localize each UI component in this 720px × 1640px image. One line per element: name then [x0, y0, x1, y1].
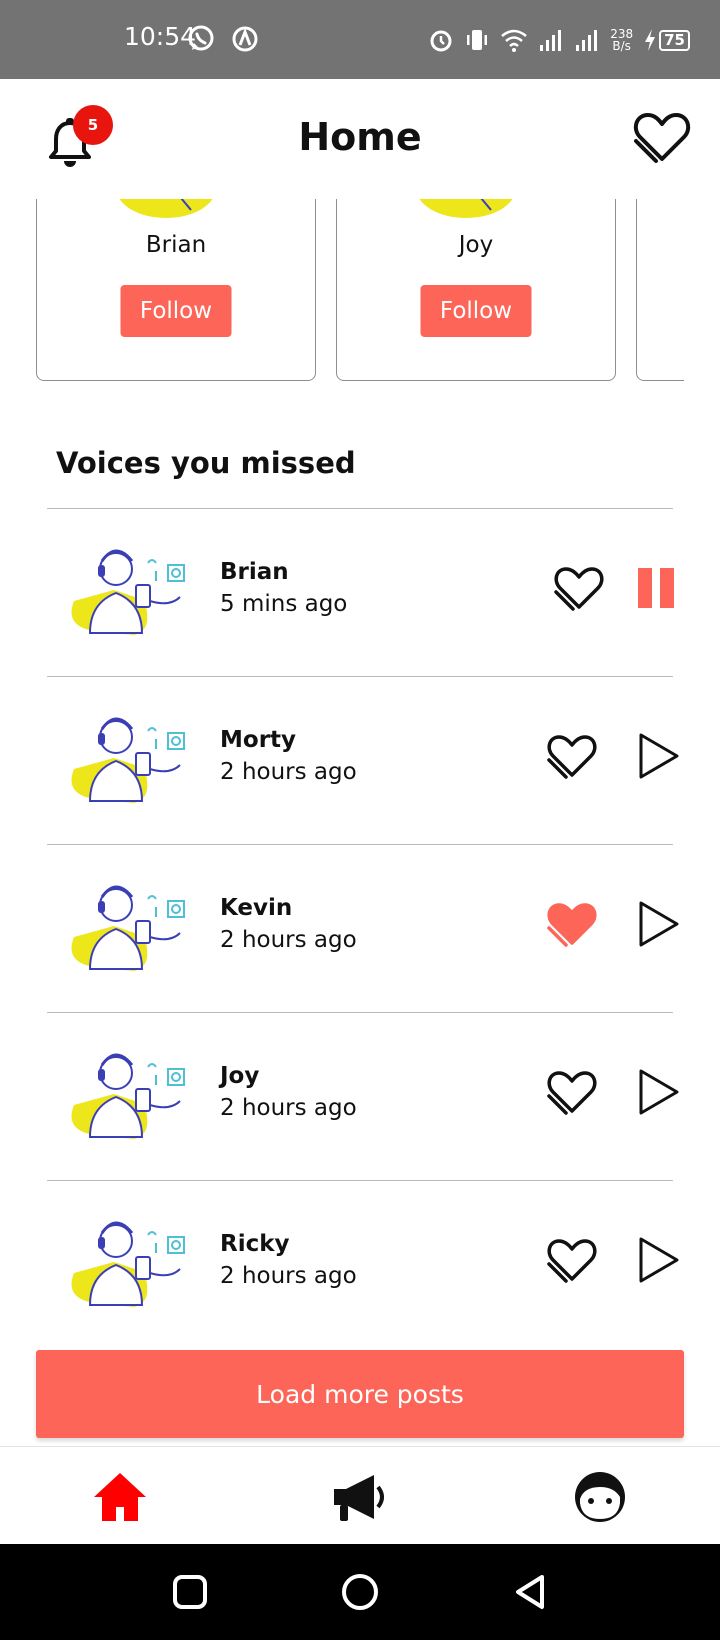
- recents-icon[interactable]: [170, 1572, 210, 1612]
- post-timestamp: 2 hours ago: [220, 1095, 357, 1121]
- suggestion-name: Joy: [458, 232, 494, 258]
- post-timestamp: 2 hours ago: [220, 927, 357, 953]
- whatsapp-icon: [188, 25, 214, 51]
- suggestion-card[interactable]: Brian Follow: [36, 199, 316, 381]
- voice-illustration: [71, 1221, 185, 1307]
- follow-button[interactable]: Follow: [120, 285, 232, 337]
- post-timestamp: 5 mins ago: [220, 591, 348, 617]
- post-timestamp: 2 hours ago: [220, 759, 357, 785]
- like-heart-icon[interactable]: [544, 729, 598, 783]
- voice-post-row[interactable]: Brian 5 mins ago: [47, 508, 674, 676]
- post-author-name: Brian: [220, 559, 289, 585]
- like-heart-icon[interactable]: [551, 561, 605, 615]
- pause-icon[interactable]: [633, 561, 683, 615]
- alarm-icon: [430, 30, 452, 52]
- vibrate-icon: [467, 30, 488, 50]
- battery-icon: 75: [659, 29, 690, 51]
- status-bar: 10:54 238 B/s 75: [0, 0, 720, 79]
- wifi-icon: [501, 29, 528, 52]
- voice-illustration: [71, 717, 185, 803]
- favorites-heart-icon[interactable]: [632, 107, 692, 167]
- voice-illustration: [71, 885, 185, 971]
- suggestion-name: Brian: [145, 232, 207, 258]
- voice-post-row[interactable]: Morty 2 hours ago: [47, 676, 679, 844]
- app-header: 5 Home: [0, 79, 720, 199]
- play-icon[interactable]: [633, 1233, 683, 1287]
- like-heart-icon[interactable]: [544, 1065, 598, 1119]
- back-icon[interactable]: [510, 1572, 550, 1612]
- charging-icon: [645, 29, 656, 51]
- voice-illustration: [71, 549, 185, 635]
- post-author-name: Joy: [220, 1063, 260, 1089]
- suggestion-carousel[interactable]: Brian Follow Joy Follow: [0, 199, 720, 383]
- post-author-name: Kevin: [220, 895, 293, 921]
- voice-post-row[interactable]: Ricky 2 hours ago: [47, 1180, 679, 1348]
- signal-icon: [576, 30, 598, 51]
- vpn-icon: [232, 26, 258, 52]
- battery-indicator: 75: [643, 28, 690, 52]
- profile-face-icon[interactable]: [570, 1469, 630, 1525]
- voice-post-row[interactable]: Kevin 2 hours ago: [47, 844, 679, 1012]
- network-speed-unit: B/s: [612, 39, 631, 53]
- page-title: Home: [298, 115, 422, 159]
- voice-post-row[interactable]: Joy 2 hours ago: [47, 1012, 679, 1180]
- post-author-name: Ricky: [220, 1231, 290, 1257]
- post-author-name: Morty: [220, 727, 297, 753]
- home-icon[interactable]: [90, 1469, 150, 1525]
- network-speed: 238 B/s: [610, 28, 633, 52]
- liked-heart-icon[interactable]: [544, 897, 598, 951]
- voice-illustration: [71, 1053, 185, 1139]
- avatar-illustration: [419, 199, 522, 218]
- load-more-button[interactable]: Load more posts: [36, 1350, 684, 1438]
- post-timestamp: 2 hours ago: [220, 1263, 357, 1289]
- bottom-nav: [0, 1446, 720, 1544]
- home-circle-icon[interactable]: [340, 1572, 380, 1612]
- section-title: Voices you missed: [56, 446, 356, 480]
- follow-button[interactable]: Follow: [420, 285, 532, 337]
- play-icon[interactable]: [633, 897, 683, 951]
- like-heart-icon[interactable]: [544, 1233, 598, 1287]
- carousel-clip: [684, 199, 720, 383]
- status-right-group: 238 B/s 75: [428, 22, 690, 58]
- play-icon[interactable]: [633, 1065, 683, 1119]
- avatar-illustration: [119, 199, 222, 218]
- suggestion-card[interactable]: Joy Follow: [336, 199, 616, 381]
- play-icon[interactable]: [633, 729, 683, 783]
- signal-icon: [540, 30, 562, 51]
- megaphone-icon[interactable]: [330, 1469, 390, 1525]
- system-nav-bar: [0, 1544, 720, 1640]
